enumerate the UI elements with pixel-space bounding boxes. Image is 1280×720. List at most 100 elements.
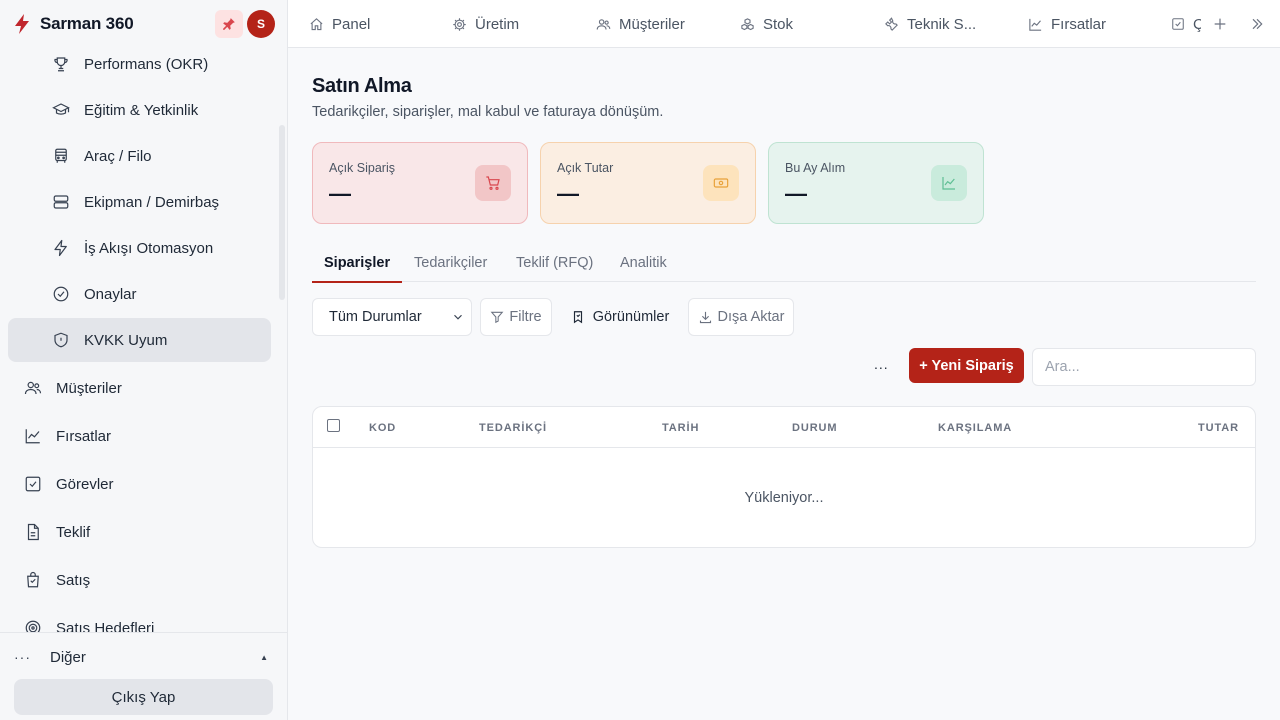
server-icon [52,193,70,211]
sidebar-item-label: Araç / Filo [84,147,152,165]
other-label: Diğer [50,648,86,666]
kpi-label: Açık Tutar [557,161,614,175]
tab-tedarikciler[interactable]: Tedarikçiler [414,243,487,282]
topnav-tab-uretim[interactable]: Üretim [451,0,519,48]
topnav-tab-firsatlar[interactable]: Fırsatlar [1027,0,1106,48]
logout-button[interactable]: Çıkış Yap [14,679,273,715]
pin-icon [223,18,235,30]
chevrons-right-icon [1252,18,1263,30]
sidebar-item-performans[interactable]: Performans (OKR) [8,48,271,86]
sidebar: Sarman 360 S Performans (OKR) Eğitim & Y… [0,0,288,720]
sidebar-item-satis-hedefleri[interactable]: Satış Hedefleri [8,606,271,632]
sidebar-item-firsatlar[interactable]: Fırsatlar [8,414,271,458]
kpi-label: Açık Sipariş [329,161,395,175]
page-subtitle: Tedarikçiler, siparişler, mal kabul ve f… [312,104,664,120]
kpi-card-open-orders: Açık Sipariş — [312,142,528,224]
topnav-tab-label: Ç [1193,15,1201,33]
caret-up-icon: ▲ [260,652,268,662]
kpi-value: — [329,181,351,206]
chevron-down-icon [451,310,465,328]
other-menu-toggle[interactable]: ··· Diğer ▲ [14,643,272,671]
pin-button[interactable] [215,10,243,38]
trending-chart-icon [931,165,967,201]
sidebar-item-label: Fırsatlar [56,427,112,445]
lightning-icon [52,239,70,257]
topnav-tab-musteriler[interactable]: Müşteriler [595,0,685,48]
new-order-button[interactable]: + Yeni Sipariş [909,348,1024,383]
top-nav: Panel Üretim Müşteriler Stok Teknik S...… [288,0,1280,48]
select-all-checkbox[interactable] [327,419,340,432]
download-icon [698,310,713,325]
sidebar-item-teklif[interactable]: Teklif [8,510,271,554]
topnav-tab-label: Müşteriler [619,15,685,33]
kpi-card-monthly-purchase: Bu Ay Alım — [768,142,984,224]
tab-siparisler[interactable]: Siparişler [312,243,403,283]
export-label: Dışa Aktar [717,309,785,325]
tab-teklif-rfq[interactable]: Teklif (RFQ) [516,243,593,282]
sidebar-item-gorevler[interactable]: Görevler [8,462,271,506]
more-tabs-button[interactable] [1247,14,1267,34]
sidebar-item-is-akisi[interactable]: İş Akışı Otomasyon [8,226,271,270]
topnav-tab-panel[interactable]: Panel [308,0,370,48]
export-button[interactable]: Dışa Aktar [688,298,794,336]
topnav-tab-label: Üretim [475,15,520,33]
kpi-label: Bu Ay Alım [785,161,846,175]
sidebar-item-label: Satış Hedefleri [56,619,155,633]
shopping-bag-icon [24,571,42,589]
cash-icon [703,165,739,201]
column-header-tedarikci[interactable]: TEDARİKÇİ [479,407,547,448]
sidebar-item-kvkk[interactable]: KVKK Uyum [8,318,271,362]
content-tabs: Siparişler Tedarikçiler Teklif (RFQ) Ana… [312,243,1256,283]
add-tab-button[interactable] [1210,14,1230,34]
column-header-kod[interactable]: KOD [369,407,396,448]
column-header-karsilama[interactable]: KARŞILAMA [938,407,1012,448]
sidebar-item-label: Görevler [56,475,114,493]
shield-icon [52,331,70,349]
sidebar-item-satis[interactable]: Satış [8,558,271,602]
sidebar-item-onaylar[interactable]: Onaylar [8,272,271,316]
tab-analitik[interactable]: Analitik [620,243,667,282]
checkbox-icon [24,475,42,493]
bookmark-icon [571,310,585,324]
column-header-tutar[interactable]: TUTAR [1198,407,1239,448]
filter-button[interactable]: Filtre [480,298,552,336]
sidebar-item-musteriler[interactable]: Müşteriler [8,366,271,410]
trending-chart-icon [24,427,42,445]
sidebar-nav: Performans (OKR) Eğitim & Yetkinlik Araç… [0,48,287,632]
sidebar-scrollbar[interactable] [279,125,285,300]
target-icon [24,619,42,632]
gear-icon [451,16,467,32]
kpi-value: — [557,181,579,206]
topnav-tab-gorevler[interactable]: Ç [1171,0,1201,48]
sidebar-item-ekipman[interactable]: Ekipman / Demirbaş [8,180,271,224]
more-actions-button[interactable]: ... [874,356,889,372]
main-content: Satın Alma Tedarikçiler, siparişler, mal… [288,48,1280,720]
avatar[interactable]: S [247,10,275,38]
topnav-tab-label: Panel [332,15,371,33]
checkbox-icon [1171,16,1185,32]
column-header-durum[interactable]: DURUM [792,407,837,448]
topnav-tab-label: Fırsatlar [1051,15,1107,33]
sidebar-item-arac[interactable]: Araç / Filo [8,134,271,178]
status-select[interactable]: Tüm Durumlar [312,298,472,336]
views-label: Görünümler [592,309,670,325]
sidebar-item-label: Performans (OKR) [84,55,209,73]
sidebar-item-label: Eğitim & Yetkinlik [84,101,199,119]
topnav-tab-stok[interactable]: Stok [739,0,793,48]
search-input[interactable] [1032,348,1256,386]
graduation-cap-icon [52,101,70,119]
document-icon [24,523,42,541]
sidebar-item-egitim[interactable]: Eğitim & Yetkinlik [8,88,271,132]
column-header-tarih[interactable]: TARİH [662,407,699,448]
topnav-tab-teknik-servis[interactable]: Teknik S... [883,0,976,48]
lightning-logo-icon [12,13,32,35]
check-circle-icon [52,285,70,303]
boxes-icon [739,16,755,32]
wrench-icon [883,16,899,32]
orders-table: KOD TEDARİKÇİ TARİH DURUM KARŞILAMA TUTA… [312,406,1256,548]
views-button[interactable]: Görünümler [560,298,680,336]
kpi-value: — [785,181,807,206]
plus-icon [1214,18,1226,30]
users-icon [24,379,42,397]
brand-header: Sarman 360 [0,0,287,48]
